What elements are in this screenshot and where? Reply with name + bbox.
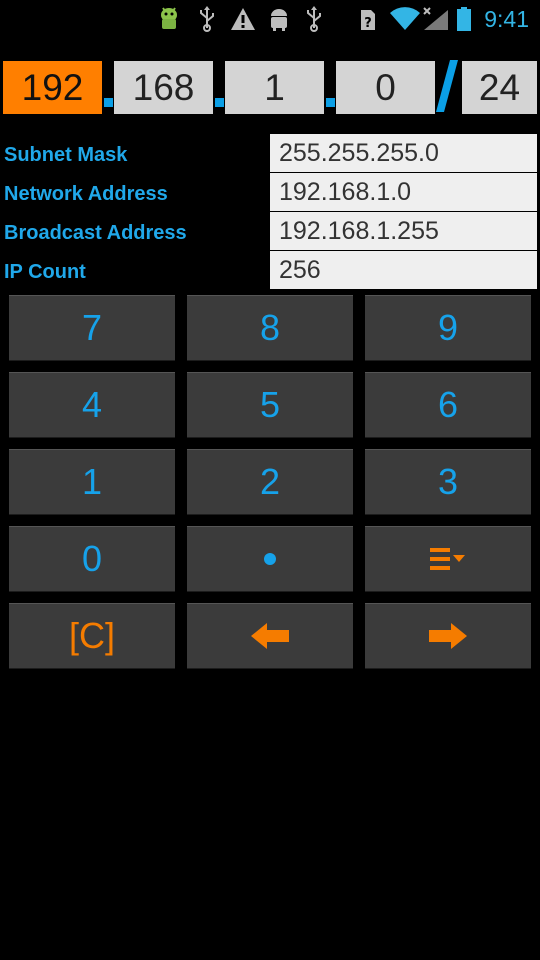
ip-count-label: IP Count <box>4 261 86 283</box>
key-4-button[interactable]: 4 <box>9 372 175 438</box>
usb-icon <box>307 6 321 32</box>
dot-button[interactable] <box>187 526 353 592</box>
octet-separator-dot <box>326 98 335 107</box>
android-debug-icon <box>161 7 177 29</box>
subnet-mask-value: 255.255.255.0 <box>270 134 537 172</box>
signal-no-data-icon <box>423 7 448 30</box>
ip-octet-4-field[interactable]: 0 <box>336 61 435 114</box>
usb-icon <box>200 6 214 32</box>
key-7-button[interactable]: 7 <box>9 295 175 361</box>
ip-count-value: 256 <box>270 251 537 289</box>
key-5-button[interactable]: 5 <box>187 372 353 438</box>
cidr-prefix-field[interactable]: 24 <box>462 61 537 114</box>
network-address-value: 192.168.1.0 <box>270 173 537 211</box>
ip-octet-3-field[interactable]: 1 <box>225 61 324 114</box>
cursor-right-button[interactable] <box>365 603 531 669</box>
dot-icon <box>264 553 276 565</box>
subnet-mask-label: Subnet Mask <box>4 144 128 166</box>
key-6-button[interactable]: 6 <box>365 372 531 438</box>
cidr-slash <box>436 60 458 112</box>
ip-octet-1-field[interactable]: 192 <box>3 61 102 114</box>
ip-octet-2-field[interactable]: 168 <box>114 61 213 114</box>
android-icon <box>271 9 287 31</box>
battery-icon <box>457 7 471 31</box>
arrow-right-icon <box>429 623 467 649</box>
octet-separator-dot <box>215 98 224 107</box>
octet-separator-dot <box>104 98 113 107</box>
clock: 9:41 <box>484 6 529 32</box>
key-3-button[interactable]: 3 <box>365 449 531 515</box>
network-address-label: Network Address <box>4 183 168 205</box>
status-bar: ? 9:41 <box>0 0 540 38</box>
menu-button[interactable] <box>365 526 531 592</box>
menu-dropdown-icon <box>430 548 465 570</box>
arrow-left-icon <box>251 623 289 649</box>
broadcast-address-label: Broadcast Address <box>4 222 187 244</box>
key-2-button[interactable]: 2 <box>187 449 353 515</box>
wifi-icon <box>390 7 420 30</box>
broadcast-address-value: 192.168.1.255 <box>270 212 537 250</box>
key-0-button[interactable]: 0 <box>9 526 175 592</box>
key-8-button[interactable]: 8 <box>187 295 353 361</box>
key-1-button[interactable]: 1 <box>9 449 175 515</box>
sim-unknown-icon: ? <box>361 10 375 31</box>
clear-button[interactable]: [C] <box>9 603 175 669</box>
warning-icon <box>231 8 255 30</box>
cursor-left-button[interactable] <box>187 603 353 669</box>
key-9-button[interactable]: 9 <box>365 295 531 361</box>
svg-text:?: ? <box>364 16 372 31</box>
